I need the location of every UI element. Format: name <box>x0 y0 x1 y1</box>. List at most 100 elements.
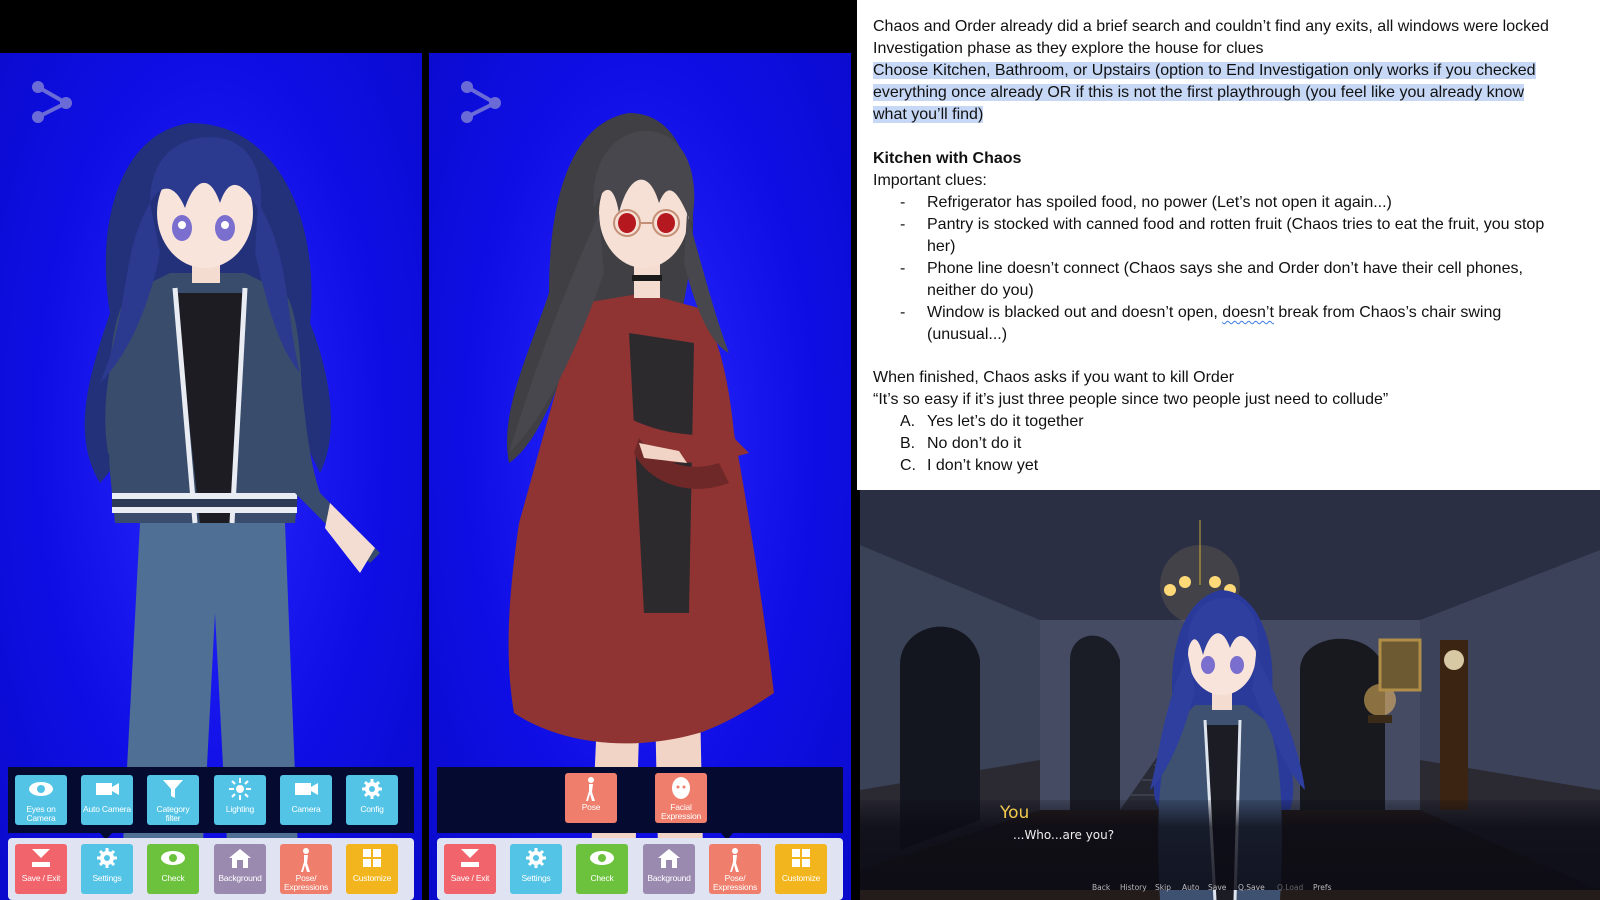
quick-menu-skip[interactable]: Skip <box>1155 883 1171 897</box>
quick-menu-prefs[interactable]: Prefs <box>1313 883 1331 897</box>
dialogue-box[interactable] <box>860 800 1600 890</box>
spellcheck-underline: doesn’t <box>1222 304 1274 321</box>
button-label: Save / Exit <box>450 873 490 883</box>
doc-paragraph: When finished, Chaos asks if you want to… <box>873 369 1235 386</box>
grid-icon <box>775 847 827 874</box>
highlighted-text: Choose Kitchen, Bathroom, or Upstairs (o… <box>873 62 1536 79</box>
video-camera-icon <box>280 778 332 805</box>
button-label: Check <box>590 873 614 883</box>
bullet-marker: - <box>900 304 906 321</box>
doc-selection: Choose Kitchen, Bathroom, or Upstairs (o… <box>873 60 1536 82</box>
option-letter: C. <box>900 457 916 474</box>
character-editor-order: Pose Facial Expression Save / Exit Settings… <box>429 53 851 900</box>
filter-icon <box>147 778 199 805</box>
list-item: Refrigerator has spoiled food, no power … <box>927 194 1392 211</box>
gear-icon <box>346 778 398 805</box>
button-label: Check <box>161 873 185 883</box>
figure-icon <box>565 776 617 803</box>
lighting-button[interactable]: Lighting <box>214 775 266 825</box>
button-label: Auto Camera <box>83 804 131 814</box>
doc-quote: “It’s so easy if it’s just three people … <box>873 391 1389 408</box>
eye-icon <box>576 847 628 874</box>
quick-menu-history[interactable]: History <box>1120 883 1147 897</box>
gear-icon <box>510 847 562 874</box>
character-editor-chaos: Eyes on Camera Auto Camera Category filter Li… <box>0 53 422 900</box>
button-label: Background <box>647 873 691 883</box>
home-icon <box>643 847 695 874</box>
doc-selection: everything once already OR if this is no… <box>873 82 1524 104</box>
top-tool-row: Eyes on Camera Auto Camera Category filter Li… <box>8 767 414 833</box>
button-label: Settings <box>521 873 551 883</box>
figure-icon <box>280 847 332 874</box>
video-camera-icon <box>81 778 133 805</box>
bullet-marker: - <box>900 260 906 277</box>
section-heading: Kitchen with Chaos <box>873 150 1022 167</box>
button-label: Eyes on Camera <box>26 804 56 823</box>
save-exit-button[interactable]: Save / Exit <box>444 844 496 894</box>
list-item-continued: neither do you) <box>927 282 1034 299</box>
quick-menu-save[interactable]: Save <box>1208 883 1226 897</box>
dialogue-text: ...Who...are you? <box>1013 828 1115 842</box>
doc-paragraph: Chaos and Order already did a brief sear… <box>873 18 1549 35</box>
highlighted-text: what you’ll find) <box>873 106 984 123</box>
button-label: Settings <box>92 873 122 883</box>
pose-expressions-button[interactable]: Pose/Expressions <box>709 844 761 894</box>
bottom-tool-row: Save / Exit Settings Check Background Pose/E… <box>437 838 843 900</box>
settings-button[interactable]: Settings <box>81 844 133 894</box>
list-item-text: break from Chaos’s chair swing <box>1273 304 1502 321</box>
doc-paragraph: Investigation phase as they explore the … <box>873 40 1264 57</box>
settings-button[interactable]: Settings <box>510 844 562 894</box>
list-item: Phone line doesn’t connect (Chaos says s… <box>927 260 1523 277</box>
figure-icon <box>709 847 761 874</box>
grid-icon <box>346 847 398 874</box>
button-label: Config <box>360 804 384 814</box>
button-label: Pose <box>581 802 601 812</box>
button-label: Lighting <box>225 804 255 814</box>
category-filter-button[interactable]: Category filter <box>147 775 199 825</box>
list-item: Pantry is stocked with canned food and r… <box>927 216 1545 233</box>
button-label: Background <box>218 873 262 883</box>
quick-menu-qload[interactable]: Q.Load <box>1277 883 1303 897</box>
pose-expressions-button[interactable]: Pose/Expressions <box>280 844 332 894</box>
quick-menu-qsave[interactable]: Q.Save <box>1238 883 1265 897</box>
list-item-continued: her) <box>927 238 956 255</box>
eyes-on-camera-button[interactable]: Eyes on Camera <box>15 775 67 825</box>
option-text: No don’t do it <box>927 435 1022 452</box>
speaker-name: You <box>1000 803 1030 823</box>
config-button[interactable]: Config <box>346 775 398 825</box>
save-exit-button[interactable]: Save / Exit <box>15 844 67 894</box>
button-label: Pose/Expressions <box>712 873 758 892</box>
facial-expression-button[interactable]: Facial Expression <box>655 773 707 823</box>
customize-button[interactable]: Customize <box>775 844 827 894</box>
camera-button[interactable]: Camera <box>280 775 332 825</box>
save-icon <box>15 847 67 874</box>
eye-icon <box>15 778 67 805</box>
button-label: Customize <box>352 873 392 883</box>
button-label: Category filter <box>156 804 190 823</box>
check-button[interactable]: Check <box>147 844 199 894</box>
gear-icon <box>81 847 133 874</box>
background-button[interactable]: Background <box>643 844 695 894</box>
visual-novel-scene: You ...Who...are you? Back History Skip Aut… <box>860 490 1600 900</box>
doc-selection: what you’ll find) <box>873 104 984 126</box>
button-label: Save / Exit <box>21 873 61 883</box>
option-text: Yes let’s do it together <box>927 413 1084 430</box>
highlighted-text: everything once already OR if this is no… <box>873 84 1524 101</box>
button-label: Customize <box>781 873 821 883</box>
bullet-marker: - <box>900 194 906 211</box>
option-letter: B. <box>900 435 916 452</box>
bottom-tool-row: Save / Exit Settings Check Background Pose/E… <box>8 838 414 900</box>
button-label: Pose/Expressions <box>283 873 329 892</box>
quick-menu-back[interactable]: Back <box>1092 883 1110 897</box>
pose-button[interactable]: Pose <box>565 773 617 823</box>
auto-camera-button[interactable]: Auto Camera <box>81 775 133 825</box>
background-button[interactable]: Background <box>214 844 266 894</box>
light-icon <box>214 778 266 805</box>
customize-button[interactable]: Customize <box>346 844 398 894</box>
home-icon <box>214 847 266 874</box>
design-document: Chaos and Order already did a brief sear… <box>857 0 1600 490</box>
check-button[interactable]: Check <box>576 844 628 894</box>
button-label: Camera <box>291 804 321 814</box>
quick-menu-auto[interactable]: Auto <box>1182 883 1199 897</box>
list-item-continued: (unusual...) <box>927 326 1008 343</box>
